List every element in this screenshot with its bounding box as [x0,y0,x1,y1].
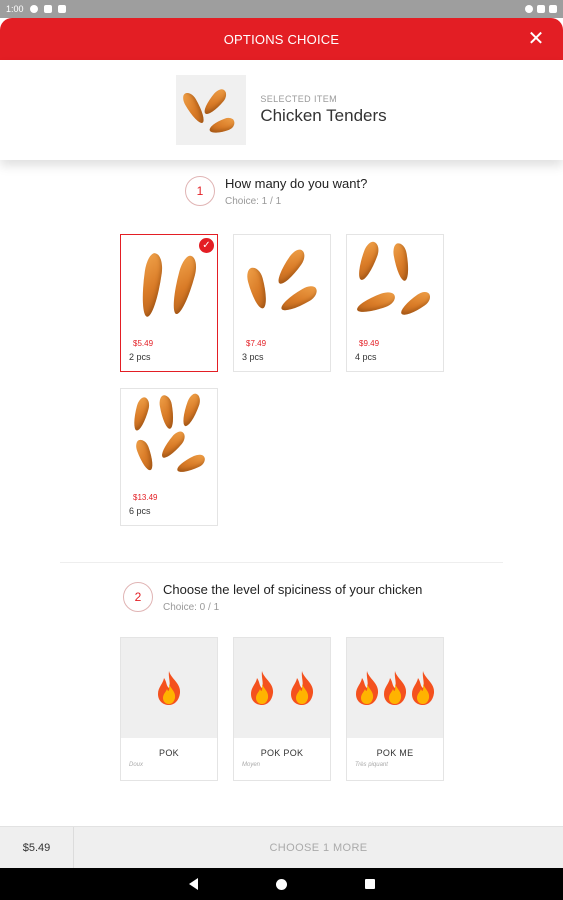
selected-item-card: SELECTED ITEM Chicken Tenders [0,60,563,160]
section-question: How many do you want? [225,176,368,191]
tenders-image [347,235,443,335]
status-time: 1:00 [6,4,24,14]
step-number: 2 [123,582,153,612]
section-choice-count: Choice: 0 / 1 [163,602,220,613]
quantity-option-3pcs[interactable]: $7.49 3 pcs [233,234,331,372]
flame-icon [412,671,435,705]
battery-icon [549,5,557,13]
notification-icon [29,5,38,13]
spice-label: POK [159,748,179,758]
selected-item-image [176,75,247,145]
modal-header: OPTIONS CHOICE ✕ [0,18,563,60]
section-question: Choose the level of spiciness of your ch… [163,582,423,597]
recent-apps-icon[interactable] [364,879,375,889]
flame-icon [251,671,274,705]
section-choice-count: Choice: 1 / 1 [225,196,282,207]
sim-icon [57,5,66,13]
section-divider [60,562,503,563]
order-footer: $5.49 CHOOSE 1 MORE [0,826,563,868]
signal-icon [537,5,545,13]
quantity-option-4pcs[interactable]: $9.49 4 pcs [346,234,444,372]
spice-option-pok-pok[interactable]: POK POK Moyen [233,637,331,781]
option-price: $13.49 [133,493,158,502]
quantity-option-6pcs[interactable]: $13.49 6 pcs [120,388,218,526]
tenders-image [121,389,217,489]
close-icon[interactable]: ✕ [525,28,547,50]
option-quantity: 2 pcs [129,352,151,362]
modal-title: OPTIONS CHOICE [223,31,340,47]
option-price: $7.49 [246,339,267,348]
spice-option-pok[interactable]: POK Doux [120,637,218,781]
section-quantity-header: 1 How many do you want? Choice: 1 / 1 [185,176,367,207]
spice-sublabel: Doux [129,762,144,768]
option-price: $5.49 [133,339,154,348]
wifi-icon [525,5,533,13]
flame-icon [356,671,379,705]
spice-level-image [121,638,217,738]
spice-label: POK POK [260,748,304,758]
app-icon [43,5,52,13]
spice-sublabel: Très piquant [355,762,388,768]
status-bar: 1:00 [0,0,563,18]
spice-sublabel: Moyen [242,762,261,768]
flame-icon [291,671,314,705]
spice-level-image [347,638,443,738]
option-quantity: 4 pcs [355,352,377,362]
flame-icon [158,671,181,705]
order-total: $5.49 [0,827,74,868]
tenders-image [234,235,330,335]
check-icon: ✓ [199,238,214,253]
selected-item-name: Chicken Tenders [260,106,387,125]
option-price: $9.49 [359,339,380,348]
choose-more-button[interactable]: CHOOSE 1 MORE [74,827,563,868]
step-number: 1 [185,176,215,206]
option-quantity: 6 pcs [129,506,151,516]
spice-level-image [234,638,330,738]
flame-icon [384,671,407,705]
quantity-option-2pcs[interactable]: ✓ $5.49 2 pcs [120,234,218,372]
home-icon[interactable] [275,878,287,890]
section-spice-header: 2 Choose the level of spiciness of your … [123,582,422,613]
option-quantity: 3 pcs [242,352,264,362]
spice-option-pok-me[interactable]: POK ME Très piquant [346,637,444,781]
system-nav-bar [0,868,563,900]
selected-item-caption: SELECTED ITEM [260,94,338,104]
spice-label: POK ME [376,748,414,758]
back-icon[interactable] [188,878,198,890]
